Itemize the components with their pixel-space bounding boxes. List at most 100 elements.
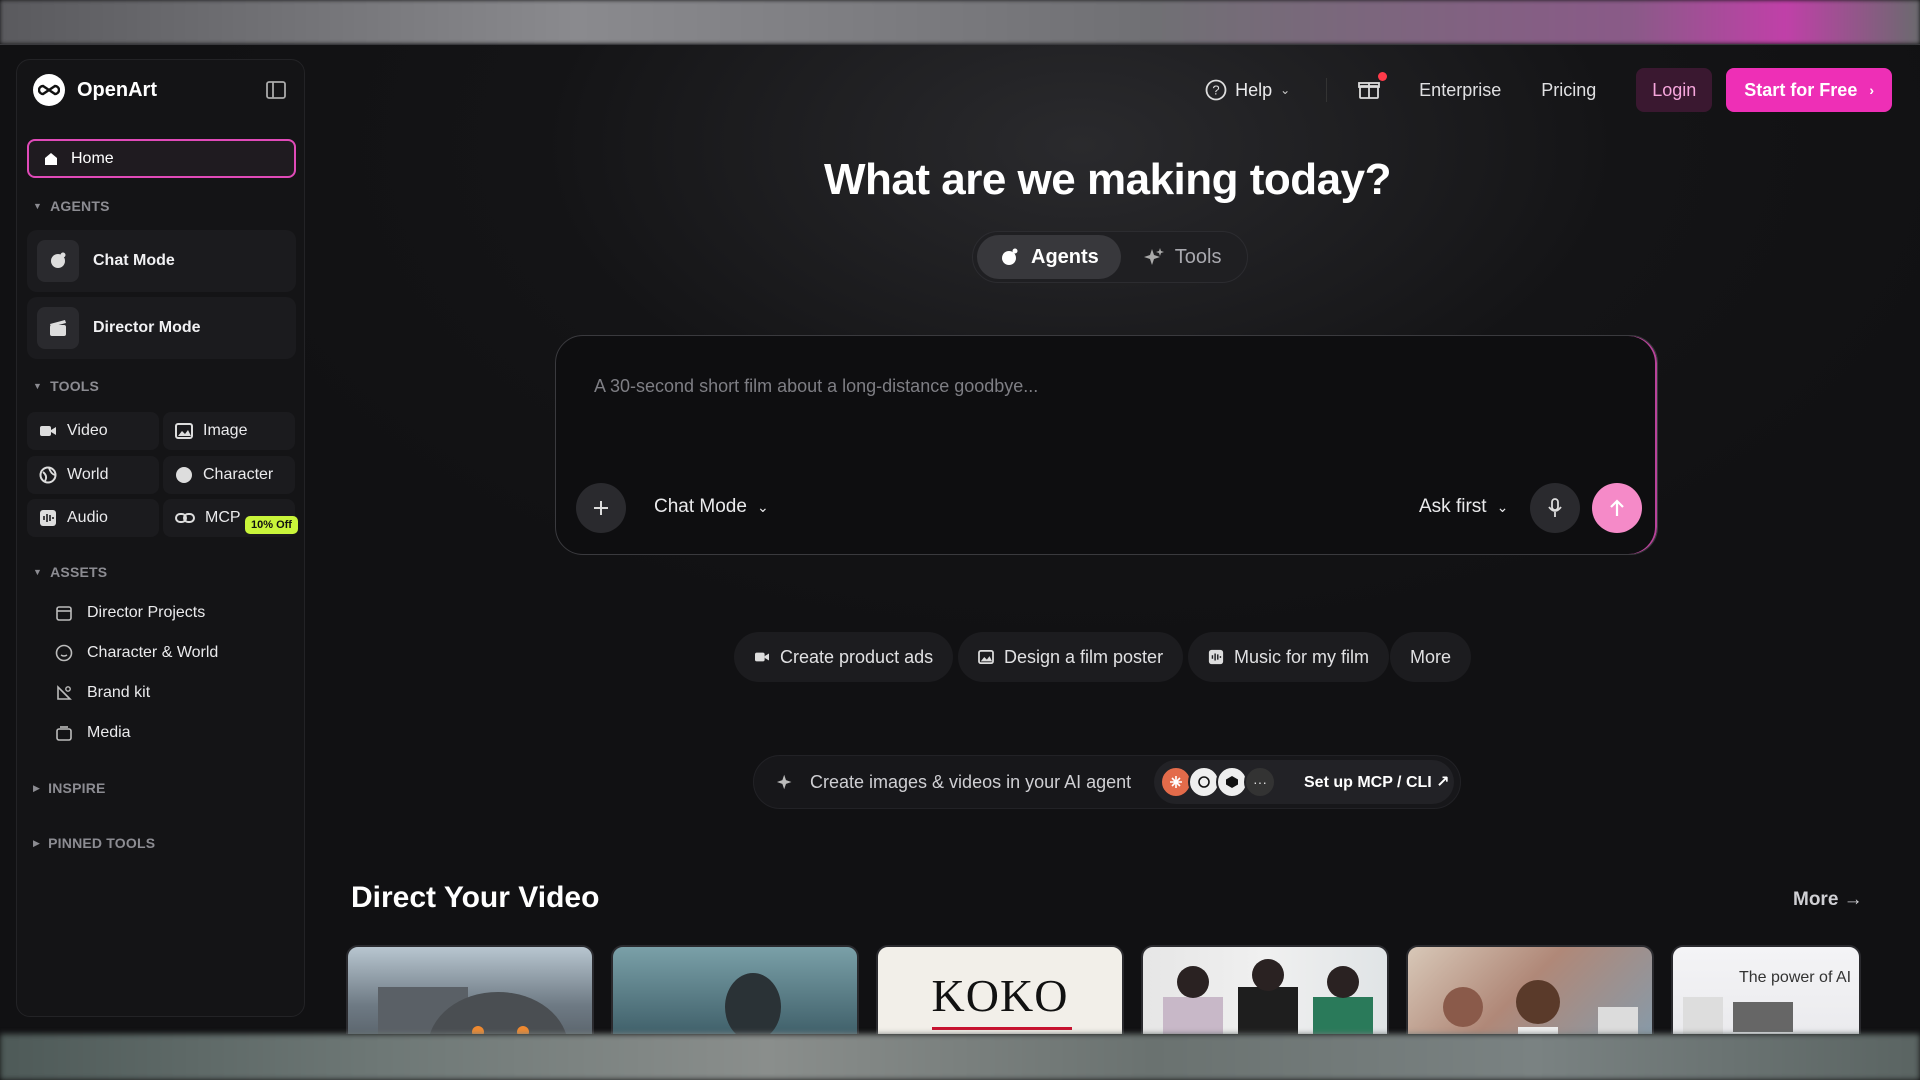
mcp-text: Create images & videos in your AI agent <box>810 771 1132 792</box>
asset-media[interactable]: Media <box>55 724 131 742</box>
clapperboard-icon <box>37 307 79 349</box>
top-nav: ? Help ⌄ Enterprise Pricing Login Start … <box>1205 67 1892 113</box>
prompt-input[interactable]: A 30-second short film about a long-dist… <box>594 376 1038 397</box>
section-tools[interactable]: ▼ TOOLS <box>33 378 99 394</box>
chip-create-product-ads[interactable]: Create product ads <box>734 632 954 682</box>
asset-label: Character & World <box>87 644 219 661</box>
pricing-link[interactable]: Pricing <box>1541 80 1596 101</box>
asset-character-world[interactable]: Character & World <box>55 644 218 662</box>
chip-label: Create product ads <box>780 646 934 667</box>
caret-right-icon: ▶ <box>33 837 41 848</box>
agent-chat-icon <box>1002 248 1018 265</box>
video-thumbnail[interactable] <box>611 945 859 1034</box>
enterprise-link[interactable]: Enterprise <box>1419 80 1501 101</box>
divider <box>1326 78 1328 102</box>
sidebar-item-director-mode[interactable]: Director Mode <box>27 297 296 359</box>
microphone-button[interactable] <box>1530 483 1580 533</box>
more-link[interactable]: More → <box>1793 889 1863 911</box>
app-window: OpenArt Home ▼ AGENTS Chat Mode Director… <box>0 45 1920 1034</box>
globe-icon <box>39 466 57 484</box>
link-icon <box>175 513 195 523</box>
sidebar-item-chat-mode[interactable]: Chat Mode <box>27 230 296 292</box>
section-label: AGENTS <box>50 198 110 214</box>
tab-label: Agents <box>1031 245 1099 268</box>
agent-chat-icon <box>37 240 79 282</box>
tool-label: Character <box>203 466 274 483</box>
chat-mode-select[interactable]: Chat Mode ⌄ <box>654 496 769 518</box>
chip-design-film-poster[interactable]: Design a film poster <box>958 632 1184 682</box>
setup-mcp-link[interactable]: Set up MCP / CLI ↗ <box>1304 772 1450 792</box>
video-thumbnail[interactable]: The power of AI <box>1671 945 1861 1034</box>
tool-label: Image <box>203 422 248 439</box>
sidebar-item-home[interactable]: Home <box>27 139 296 178</box>
tool-image[interactable]: Image <box>163 412 295 450</box>
audio-icon <box>1208 649 1224 665</box>
plus-icon <box>594 501 608 515</box>
chip-label: Design a film poster <box>1004 646 1164 667</box>
chip-label: Music for my film <box>1234 646 1369 667</box>
brand-name: OpenArt <box>77 78 157 101</box>
section-pinned-tools[interactable]: ▶ PINNED TOOLS <box>33 835 155 851</box>
chevron-down-icon: ⌄ <box>1496 498 1509 515</box>
section-label: PINNED TOOLS <box>48 835 156 851</box>
notification-dot <box>1378 72 1388 81</box>
help-menu[interactable]: ? Help ⌄ <box>1205 79 1290 101</box>
chevron-down-icon: ⌄ <box>1280 83 1291 97</box>
login-button[interactable]: Login <box>1636 68 1713 112</box>
discount-badge: 10% Off <box>245 516 298 534</box>
ask-first-select[interactable]: Ask first ⌄ <box>1419 496 1508 518</box>
sparkle-icon <box>776 774 792 790</box>
select-value: Chat Mode <box>654 496 747 517</box>
tab-agents[interactable]: Agents <box>977 235 1121 279</box>
chevron-down-icon: ⌄ <box>756 498 769 515</box>
add-attachment-button[interactable] <box>576 483 626 533</box>
video-thumbnail[interactable] <box>1406 945 1654 1034</box>
tool-video[interactable]: Video <box>27 412 159 450</box>
brand-icon <box>57 685 72 700</box>
brand[interactable]: OpenArt <box>33 74 157 106</box>
svg-text:?: ? <box>1212 83 1219 98</box>
main-content: ? Help ⌄ Enterprise Pricing Login Start … <box>305 45 1920 1034</box>
tool-world[interactable]: World <box>27 456 159 494</box>
openart-logo-icon <box>33 74 65 106</box>
chip-music-for-film[interactable]: Music for my film <box>1188 632 1389 682</box>
section-label: ASSETS <box>50 564 108 580</box>
tab-label: Tools <box>1174 245 1222 268</box>
sidebar-item-label: Chat Mode <box>93 252 175 269</box>
smile-icon <box>55 644 73 662</box>
video-thumbnail[interactable] <box>346 945 594 1034</box>
sidebar-item-label: Director Mode <box>93 319 201 336</box>
asset-brand-kit[interactable]: Brand kit <box>55 684 150 702</box>
caret-down-icon: ▼ <box>33 381 43 391</box>
sidebar: OpenArt Home ▼ AGENTS Chat Mode Director… <box>16 59 305 1017</box>
video-thumbnail[interactable] <box>1141 945 1389 1034</box>
send-button[interactable] <box>1592 483 1642 533</box>
tool-label: World <box>67 466 109 483</box>
gift-button[interactable] <box>1357 72 1388 103</box>
video-icon <box>40 426 56 436</box>
tab-tools[interactable]: Tools <box>1121 235 1244 279</box>
sidebar-toggle-icon[interactable] <box>265 80 287 100</box>
tool-label: Audio <box>67 509 108 526</box>
calendar-icon <box>56 606 72 621</box>
chip-more[interactable]: More <box>1390 632 1472 682</box>
start-for-free-button[interactable]: Start for Free › <box>1726 68 1892 112</box>
help-icon: ? <box>1205 79 1227 101</box>
tool-label: MCP <box>205 509 241 526</box>
chevron-right-icon: › <box>1869 82 1874 98</box>
select-value: Ask first <box>1419 496 1487 517</box>
section-assets[interactable]: ▼ ASSETS <box>33 564 107 580</box>
character-icon <box>176 467 192 483</box>
video-thumbnail[interactable]: KOKO <box>876 945 1124 1034</box>
asset-director-projects[interactable]: Director Projects <box>55 604 205 622</box>
tool-character[interactable]: Character <box>163 456 295 494</box>
caret-right-icon: ▶ <box>33 782 41 793</box>
chip-label: More <box>1410 646 1452 667</box>
page-title: What are we making today? <box>824 155 1391 204</box>
tool-audio[interactable]: Audio <box>27 499 159 537</box>
section-inspire[interactable]: ▶ INSPIRE <box>33 780 106 796</box>
caret-down-icon: ▼ <box>33 567 43 577</box>
more-dots-icon: ··· <box>1244 766 1276 798</box>
media-icon <box>56 726 72 741</box>
section-agents[interactable]: ▼ AGENTS <box>33 198 110 214</box>
